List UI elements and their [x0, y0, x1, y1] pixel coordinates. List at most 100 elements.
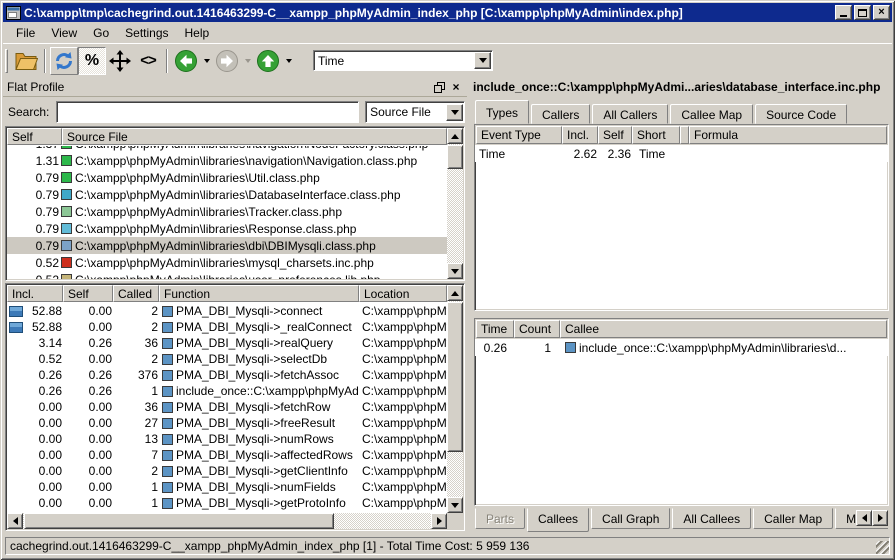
vertical-scrollbar[interactable] [447, 128, 463, 279]
tab-scroll-left-button[interactable] [856, 510, 872, 526]
column-header-self[interactable]: Self [598, 126, 632, 144]
tab-scroll-right-button[interactable] [872, 510, 888, 526]
source-file-row[interactable]: 0.79 C:\xampp\phpMyAdmin\libraries\Respo… [7, 220, 447, 237]
tab-call-graph[interactable]: Call Graph [591, 508, 670, 529]
location: C:\xampp\phpMy [358, 416, 447, 430]
tab-source-code[interactable]: Source Code [755, 104, 847, 124]
tab-callee-map[interactable]: Callee Map [670, 104, 753, 124]
column-header-callee[interactable]: Callee [560, 320, 887, 338]
column-header-formula[interactable]: Formula [689, 126, 887, 144]
incl-cost: 0.00 [7, 432, 62, 446]
column-header-source-file[interactable]: Source File [62, 128, 447, 145]
event-type-combobox[interactable]: Time [313, 50, 493, 71]
function-row[interactable]: 0.00 0.00 1 PMA_DBI_Mysqli->numFields C:… [7, 479, 447, 495]
scroll-right-button[interactable] [431, 513, 447, 529]
source-file-row-selected[interactable]: 0.79 C:\xampp\phpMyAdmin\libraries\dbi\D… [7, 237, 447, 254]
toolbar-handle[interactable] [5, 49, 8, 73]
tab-caller-map[interactable]: Caller Map [753, 508, 833, 529]
horizontal-scrollbar[interactable] [7, 513, 447, 529]
column-header-event-type[interactable]: Event Type [476, 126, 562, 144]
back-dropdown-button[interactable] [200, 47, 213, 75]
time-cost: 0.26 [475, 341, 513, 355]
forward-dropdown-button[interactable] [241, 47, 254, 75]
menu-help[interactable]: Help [178, 24, 217, 42]
event-type-row[interactable]: Time 2.62 2.36 Time [475, 145, 888, 162]
function-row[interactable]: 0.26 0.26 376 PMA_DBI_Mysqli->fetchAssoc… [7, 367, 447, 383]
source-file-row[interactable]: 0.79 C:\xampp\phpMyAdmin\libraries\Track… [7, 203, 447, 220]
cycle-detection-button[interactable] [106, 47, 134, 75]
minimize-button[interactable] [835, 5, 852, 20]
tab-callers[interactable]: Callers [531, 104, 590, 124]
search-input[interactable] [56, 101, 359, 123]
function-row[interactable]: 0.52 0.00 2 PMA_DBI_Mysqli->selectDb C:\… [7, 351, 447, 367]
source-file-row[interactable]: 0.79 C:\xampp\phpMyAdmin\libraries\Datab… [7, 186, 447, 203]
scroll-up-button[interactable] [447, 285, 463, 301]
function-row[interactable]: 0.00 0.00 1 PMA_DBI_Mysqli->getProtoInfo… [7, 495, 447, 511]
resize-grip[interactable] [876, 541, 889, 554]
vertical-scrollbar[interactable] [447, 285, 463, 513]
tab-all-callers[interactable]: All Callers [592, 104, 668, 124]
close-button[interactable]: × [873, 5, 890, 20]
function-row[interactable]: 0.00 0.00 13 PMA_DBI_Mysqli->numRows C:\… [7, 431, 447, 447]
tab-all-callees[interactable]: All Callees [672, 508, 751, 529]
function-row[interactable]: 0.26 0.26 1 include_once::C:\xampp\phpMy… [7, 383, 447, 399]
scrollbar-thumb[interactable] [447, 302, 463, 452]
menu-view[interactable]: View [44, 24, 84, 42]
location: C:\xampp\phpMy [358, 480, 447, 494]
menu-file[interactable]: File [9, 24, 42, 42]
arrow-down-icon [451, 269, 459, 274]
callee-row[interactable]: 0.26 1 include_once::C:\xampp\phpMyAdmin… [475, 339, 888, 356]
group-by-combobox[interactable]: Source File [365, 101, 465, 123]
column-header-incl[interactable]: Incl. [7, 285, 63, 302]
combobox-dropdown-button[interactable] [474, 52, 491, 69]
reload-button[interactable] [50, 47, 78, 75]
combobox-dropdown-button[interactable] [446, 104, 463, 121]
function-row[interactable]: 0.00 0.00 36 PMA_DBI_Mysqli->fetchRow C:… [7, 399, 447, 415]
tab-callees[interactable]: Callees [527, 508, 589, 532]
function-row[interactable]: 0.00 0.00 2 PMA_DBI_Mysqli->getClientInf… [7, 463, 447, 479]
column-header-time[interactable]: Time [476, 320, 514, 338]
maximize-button[interactable] [854, 5, 871, 20]
source-file-row[interactable]: 0.52 C:\xampp\phpMyAdmin\libraries\mysql… [7, 254, 447, 271]
function-row[interactable]: 3.14 0.26 36 PMA_DBI_Mysqli->realQuery C… [7, 335, 447, 351]
group-by-value: Source File [366, 105, 446, 119]
column-header-self[interactable]: Self [63, 285, 113, 302]
source-file-row[interactable]: 0.52 C:\xampp\phpMyAdmin\libraries\user_… [7, 271, 447, 279]
tab-parts[interactable]: Parts [475, 508, 525, 529]
column-header-function[interactable]: Function [159, 285, 359, 302]
column-header-self[interactable]: Self [7, 128, 62, 145]
column-header-location[interactable]: Location [359, 285, 447, 302]
tab-types[interactable]: Types [475, 100, 529, 124]
column-header-incl[interactable]: Incl. [562, 126, 598, 144]
scroll-left-button[interactable] [7, 513, 23, 529]
shorten-templates-button[interactable]: <> [134, 47, 162, 75]
back-button[interactable] [172, 47, 200, 75]
function-row[interactable]: 52.88 0.00 2 PMA_DBI_Mysqli->connect C:\… [7, 303, 447, 319]
scrollbar-thumb[interactable] [24, 513, 334, 529]
scrollbar-thumb[interactable] [447, 145, 463, 169]
dock-close-button[interactable]: × [449, 80, 463, 94]
up-dropdown-button[interactable] [282, 47, 295, 75]
forward-button[interactable] [213, 47, 241, 75]
scroll-up-button[interactable] [447, 128, 463, 144]
column-header-short[interactable]: Short [632, 126, 680, 144]
open-file-button[interactable] [12, 47, 40, 75]
column-header-count[interactable]: Count [514, 320, 560, 338]
scroll-down-button[interactable] [447, 497, 463, 513]
location: C:\xampp\phpMy [358, 368, 447, 382]
function-name: PMA_DBI_Mysqli->numRows [176, 432, 334, 446]
dock-float-button[interactable] [432, 80, 446, 94]
column-header-called[interactable]: Called [113, 285, 159, 302]
function-row[interactable]: 0.00 0.00 27 PMA_DBI_Mysqli->freeResult … [7, 415, 447, 431]
menu-settings[interactable]: Settings [118, 24, 175, 42]
scroll-down-button[interactable] [447, 263, 463, 279]
title-bar[interactable]: C:\xampp\tmp\cachegrind.out.1416463299-C… [3, 3, 892, 22]
function-row[interactable]: 52.88 0.00 2 PMA_DBI_Mysqli->_realConnec… [7, 319, 447, 335]
dock-title-bar[interactable]: Flat Profile × [3, 78, 467, 97]
up-button[interactable] [254, 47, 282, 75]
menu-go[interactable]: Go [86, 24, 116, 42]
source-file-row[interactable]: 1.31 C:\xampp\phpMyAdmin\libraries\navig… [7, 152, 447, 169]
relative-percent-toggle[interactable]: % [78, 47, 106, 75]
source-file-row[interactable]: 0.79 C:\xampp\phpMyAdmin\libraries\Util.… [7, 169, 447, 186]
function-row[interactable]: 0.00 0.00 7 PMA_DBI_Mysqli->affectedRows… [7, 447, 447, 463]
